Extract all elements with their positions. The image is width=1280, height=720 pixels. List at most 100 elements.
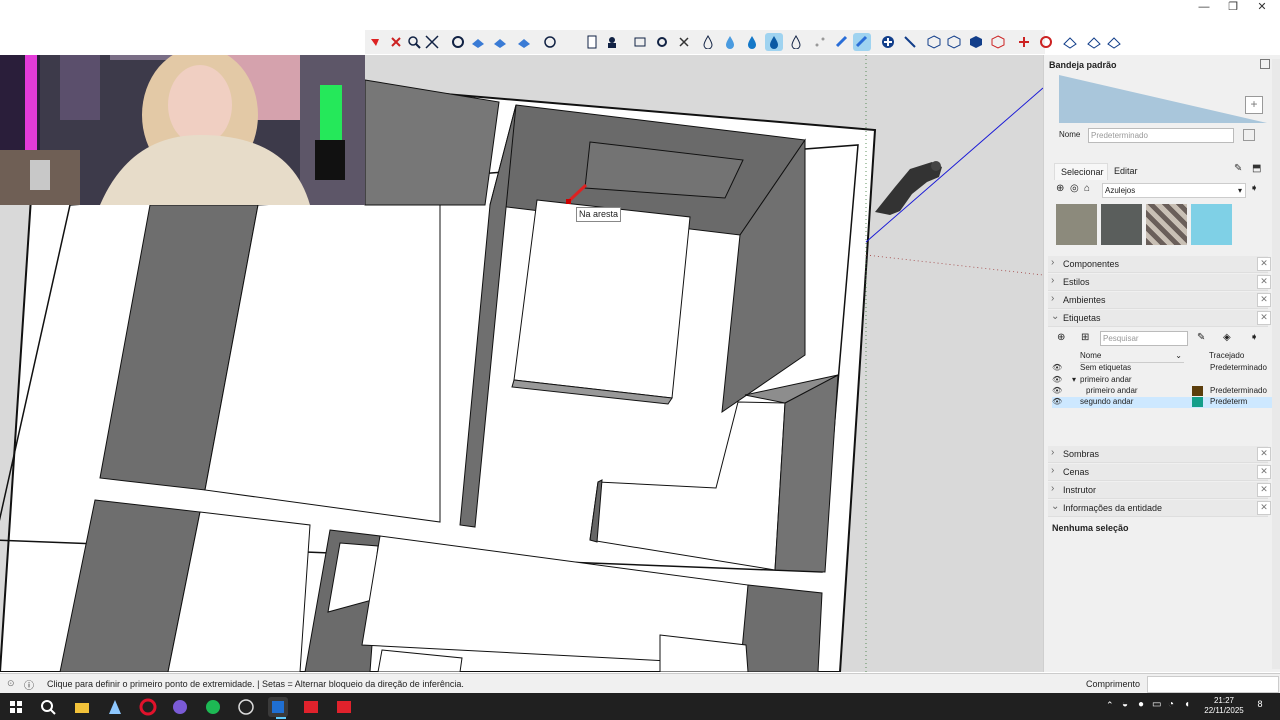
orbit-icon[interactable]: [449, 33, 467, 51]
search-icon[interactable]: [38, 697, 58, 717]
section-tags[interactable]: ⌄ Etiquetas: [1048, 310, 1268, 327]
mesh-1-icon[interactable]: [1061, 33, 1079, 51]
copy-icon[interactable]: [1243, 129, 1255, 141]
clock[interactable]: 21:27 22/11/2025: [1204, 696, 1244, 716]
section-instructor[interactable]: › Instrutor: [1048, 482, 1268, 499]
drop-slash-icon[interactable]: [787, 33, 805, 51]
model-viewport[interactable]: Na aresta: [0, 55, 1043, 672]
home-icon[interactable]: ⌂: [1084, 183, 1090, 194]
section-environments[interactable]: › Ambientes: [1048, 292, 1268, 309]
tag-row-selected[interactable]: 👁 segundo andar Predeterm: [1052, 397, 1278, 408]
close-scenes-icon[interactable]: ✕: [1257, 465, 1271, 479]
app-red-1-icon[interactable]: [301, 697, 321, 717]
smoove-icon[interactable]: [515, 33, 533, 51]
minimize-button[interactable]: —: [1190, 0, 1218, 16]
section-styles[interactable]: › Estilos: [1048, 274, 1268, 291]
sandbox-scratch-icon[interactable]: [491, 33, 509, 51]
visibility-eye-icon[interactable]: 👁: [1052, 363, 1062, 372]
paint-bucket-icon[interactable]: ⬒: [1252, 163, 1261, 174]
tag-tools-icon[interactable]: ◈: [1223, 332, 1231, 343]
measurements-input[interactable]: [1147, 676, 1279, 693]
tag-color-swatch[interactable]: [1192, 386, 1203, 396]
solid-4-icon[interactable]: [989, 33, 1007, 51]
monitor-icon[interactable]: ▭: [1152, 699, 1161, 710]
sketchup-icon[interactable]: [268, 697, 288, 717]
line-tool-icon[interactable]: [901, 33, 919, 51]
material-thumb-ice[interactable]: [1191, 204, 1232, 245]
solid-3-icon[interactable]: [967, 33, 985, 51]
close-instructor-icon[interactable]: ✕: [1257, 483, 1271, 497]
solid-2-icon[interactable]: [945, 33, 963, 51]
mesh-3-icon[interactable]: [1105, 33, 1123, 51]
maximize-button[interactable]: ❐: [1219, 0, 1247, 16]
tag-row[interactable]: 👁 Sem etiquetas Predeterminado: [1052, 363, 1278, 374]
spotify-icon[interactable]: [203, 697, 223, 717]
tag-row[interactable]: 👁 ▾ primeiro andar: [1052, 375, 1278, 386]
notifications-badge[interactable]: 8: [1253, 699, 1267, 713]
tape-active-icon[interactable]: [853, 33, 871, 51]
name-field[interactable]: Predeterminado: [1088, 128, 1234, 143]
section-plane-icon[interactable]: [631, 33, 649, 51]
material-thumb-concrete-2[interactable]: [1101, 204, 1142, 245]
section-components[interactable]: › Componentes: [1048, 256, 1268, 273]
section-entity-info[interactable]: ⌄ Informações da entidade: [1048, 500, 1268, 517]
drop-half-icon[interactable]: [721, 33, 739, 51]
close-shadows-icon[interactable]: ✕: [1257, 447, 1271, 461]
mesh-2-icon[interactable]: [1085, 33, 1103, 51]
zoom-extents-icon[interactable]: [423, 33, 441, 51]
info-icon[interactable]: ⓘ: [24, 677, 34, 692]
windows-start-icon[interactable]: [6, 697, 26, 717]
tab-edit[interactable]: Editar: [1108, 163, 1148, 179]
visibility-eye-icon[interactable]: 👁: [1052, 386, 1062, 395]
tray-scrollbar[interactable]: [1272, 59, 1280, 669]
close-components-icon[interactable]: ✕: [1257, 257, 1271, 271]
close-tags-icon[interactable]: ✕: [1257, 311, 1271, 325]
obs-icon[interactable]: [236, 697, 256, 717]
microphone-icon[interactable]: ●: [1138, 699, 1144, 710]
tag-color-swatch[interactable]: [1192, 397, 1203, 407]
visibility-eye-icon[interactable]: 👁: [1052, 375, 1062, 384]
discord-icon[interactable]: [170, 697, 190, 717]
page-icon[interactable]: [583, 33, 601, 51]
rotate-icon[interactable]: [1037, 33, 1055, 51]
section-shadows[interactable]: › Sombras: [1048, 446, 1268, 463]
explode-icon[interactable]: [1015, 33, 1033, 51]
pin-icon[interactable]: [1260, 59, 1270, 69]
zoom-icon[interactable]: [405, 33, 423, 51]
tab-select[interactable]: Selecionar: [1054, 163, 1108, 180]
file-explorer-icon[interactable]: [72, 697, 92, 717]
dots-icon[interactable]: [811, 33, 829, 51]
tag-col-trace[interactable]: Tracejado: [1209, 351, 1244, 360]
close-entity-info-icon[interactable]: ✕: [1257, 501, 1271, 515]
close-environments-icon[interactable]: ✕: [1257, 293, 1271, 307]
color-by-tag-icon[interactable]: ✎: [1197, 332, 1205, 343]
paint-icon[interactable]: [367, 33, 385, 51]
drop-active-icon[interactable]: [765, 33, 783, 51]
opera-icon[interactable]: [138, 697, 158, 717]
close-button[interactable]: ✕: [1248, 0, 1276, 16]
volume-icon[interactable]: ◖: [1184, 699, 1190, 710]
wifi-icon[interactable]: ◔: [1168, 699, 1174, 710]
tape-icon[interactable]: [833, 33, 851, 51]
user-icon[interactable]: [603, 33, 621, 51]
add-folder-icon[interactable]: ⊞: [1081, 332, 1089, 343]
material-thumb-concrete-1[interactable]: [1056, 204, 1097, 245]
create-material-icon[interactable]: ⊕: [1056, 183, 1064, 194]
section-scenes[interactable]: › Cenas: [1048, 464, 1268, 481]
geolocation-icon[interactable]: ⊙: [7, 678, 15, 689]
tag-row[interactable]: 👁 primeiro andar Predeterminado: [1052, 386, 1278, 397]
tag-search-input[interactable]: Pesquisar: [1100, 331, 1188, 346]
solid-1-icon[interactable]: [925, 33, 943, 51]
add-tag-icon[interactable]: ⊕: [1057, 332, 1065, 343]
follow-me-icon[interactable]: [387, 33, 405, 51]
location-icon[interactable]: [541, 33, 559, 51]
material-thumb-checker[interactable]: [1146, 204, 1187, 245]
tray-overflow-icon[interactable]: ⌃: [1106, 700, 1114, 711]
sandbox-icon[interactable]: [469, 33, 487, 51]
sample-paint-icon[interactable]: ✎: [1234, 163, 1242, 174]
drop-fill-icon[interactable]: [743, 33, 761, 51]
visibility-eye-icon[interactable]: 👁: [1052, 397, 1062, 406]
update-plus-icon[interactable]: +: [1245, 96, 1263, 114]
add-icon[interactable]: [879, 33, 897, 51]
material-library-select[interactable]: Azulejos ▾: [1102, 183, 1246, 198]
